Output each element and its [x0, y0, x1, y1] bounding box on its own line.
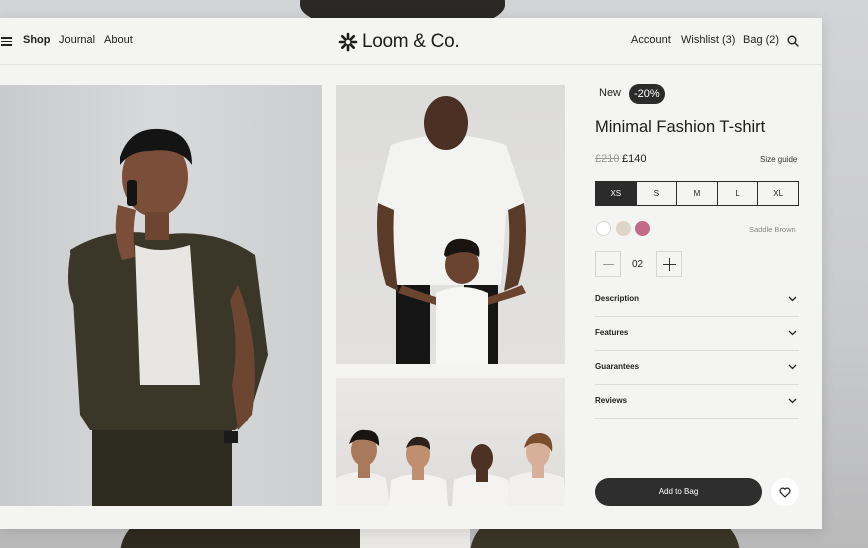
search-icon[interactable] [787, 35, 799, 47]
size-option-l[interactable]: L [718, 182, 759, 205]
chevron-down-icon [788, 398, 797, 404]
color-swatch-pink[interactable] [635, 221, 650, 236]
chevron-down-icon [788, 364, 797, 370]
size-option-xl[interactable]: XL [758, 182, 798, 205]
top-navigation: Shop Journal About Loom & Co. Account Wi… [0, 18, 822, 65]
nav-wishlist[interactable]: Wishlist (3) [681, 34, 735, 46]
accordion-label: Description [595, 294, 640, 303]
current-price: £140 [622, 153, 647, 165]
quantity-increase-button[interactable] [656, 251, 682, 277]
product-photo-group[interactable] [336, 378, 565, 506]
quantity-decrease-button[interactable] [595, 251, 621, 277]
badge-discount: -20% [629, 84, 665, 104]
product-photo-father-child[interactable] [336, 85, 565, 364]
old-price: £210 [595, 153, 620, 165]
size-option-s[interactable]: S [637, 182, 678, 205]
product-page: Shop Journal About Loom & Co. Account Wi… [0, 18, 822, 529]
color-swatch-beige[interactable] [616, 221, 631, 236]
product-title: Minimal Fashion T-shirt [595, 118, 766, 136]
wishlist-button[interactable] [771, 478, 799, 506]
heart-icon [779, 487, 791, 498]
product-photo-model-phone[interactable] [0, 85, 322, 506]
size-option-xs[interactable]: XS [596, 182, 637, 205]
nav-account[interactable]: Account [631, 34, 671, 46]
quantity-value: 02 [632, 259, 644, 270]
accordion-guarantees[interactable]: Guarantees [595, 351, 799, 385]
accordion-label: Reviews [595, 396, 628, 405]
accordion-label: Features [595, 328, 629, 337]
nav-bag[interactable]: Bag (2) [743, 34, 779, 46]
chevron-down-icon [788, 296, 797, 302]
chevron-down-icon [788, 330, 797, 336]
nav-link-journal[interactable]: Journal [59, 34, 95, 46]
nav-link-shop[interactable]: Shop [23, 34, 51, 46]
accordion-features[interactable]: Features [595, 317, 799, 351]
selected-color-name: Saddle Brown [749, 225, 796, 234]
nav-link-about[interactable]: About [104, 34, 133, 46]
menu-icon[interactable] [1, 37, 12, 46]
add-to-bag-button[interactable]: Add to Bag [595, 478, 762, 506]
accordion-reviews[interactable]: Reviews [595, 385, 799, 419]
size-guide-link[interactable]: Size guide [760, 155, 797, 164]
brand-logo[interactable]: Loom & Co. [338, 30, 460, 54]
accordion-label: Guarantees [595, 362, 640, 371]
color-swatch-white[interactable] [596, 221, 611, 236]
size-option-m[interactable]: M [677, 182, 718, 205]
badge-new: New [599, 87, 622, 99]
brand-name: Loom & Co. [362, 31, 460, 52]
size-selector: XS S M L XL [595, 181, 799, 206]
logo-mark-icon [338, 32, 358, 52]
accordion-description[interactable]: Description [595, 283, 799, 317]
